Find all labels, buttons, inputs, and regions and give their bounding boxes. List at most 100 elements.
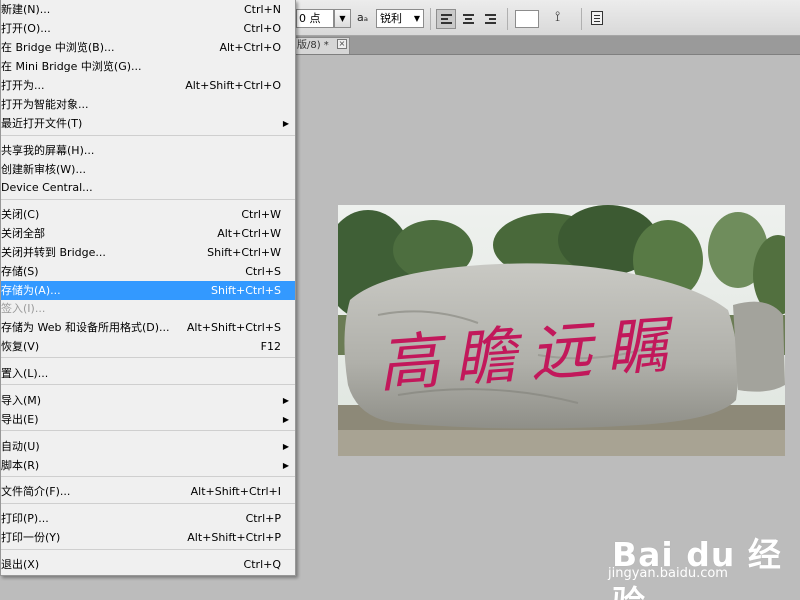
menu-item-label: 自动(U)	[1, 440, 40, 453]
menu-item[interactable]: 创建新审核(W)...	[1, 160, 295, 179]
menu-item-label: 关闭并转到 Bridge...	[1, 246, 106, 259]
menu-item[interactable]: 打印一份(Y) Alt+Shift+Ctrl+P	[1, 528, 295, 547]
chevron-down-icon: ▼	[413, 14, 420, 23]
menu-item-label: 脚本(R)	[1, 459, 40, 472]
menu-item[interactable]: 恢复(V) F12	[1, 337, 295, 356]
canvas-photo: 高瞻远瞩	[338, 205, 785, 456]
menu-item[interactable]: 打开为... Alt+Shift+Ctrl+O	[1, 76, 295, 95]
menu-item[interactable]: 打印(P)... Ctrl+P	[1, 509, 295, 528]
menu-item-label: 签入(I)...	[1, 302, 46, 315]
menu-item-label: 在 Mini Bridge 中浏览(G)...	[1, 60, 142, 73]
menu-item-shortcut: Alt+Shift+Ctrl+O	[185, 79, 281, 92]
menu-item-label: 打开为智能对象...	[1, 98, 89, 111]
menu-item[interactable]: 关闭(C) Ctrl+W	[1, 205, 295, 224]
menu-item-shortcut: Ctrl+P	[245, 512, 281, 525]
menu-item-shortcut: Alt+Shift+Ctrl+I	[190, 485, 281, 498]
menu-item[interactable]: 最近打开文件(T) ▶	[1, 114, 295, 133]
menu-separator	[1, 503, 295, 504]
menu-item-shortcut: Ctrl+Q	[243, 558, 281, 571]
menu-item[interactable]: 退出(X) Ctrl+Q	[1, 555, 295, 574]
menu-item[interactable]: 文件简介(F)... Alt+Shift+Ctrl+I	[1, 482, 295, 501]
menu-separator	[1, 384, 295, 385]
separator	[430, 8, 431, 30]
align-left-button[interactable]	[436, 9, 456, 29]
menu-item-shortcut: Alt+Shift+Ctrl+P	[187, 531, 281, 544]
file-menu: 新建(N)... Ctrl+N 打开(O)... Ctrl+O 在 Bridge 中浏览…	[0, 0, 296, 576]
menu-item-label: 关闭全部	[1, 227, 45, 240]
menu-item[interactable]: 存储为(A)... Shift+Ctrl+S	[1, 281, 295, 300]
menu-separator	[1, 199, 295, 200]
separator	[581, 8, 582, 30]
menu-item-shortcut: Alt+Ctrl+O	[219, 41, 281, 54]
menu-item-label: 存储为 Web 和设备所用格式(D)...	[1, 321, 170, 334]
submenu-arrow-icon: ▶	[282, 461, 289, 470]
menu-item-shortcut: Ctrl+S	[245, 265, 281, 278]
menu-item[interactable]: 关闭并转到 Bridge... Shift+Ctrl+W	[1, 243, 295, 262]
menu-item[interactable]: 存储为 Web 和设备所用格式(D)... Alt+Shift+Ctrl+S	[1, 318, 295, 337]
menu-separator	[1, 430, 295, 431]
antialias-select[interactable]: 锐利 ▼	[376, 9, 424, 28]
antialias-value: 锐利	[380, 12, 402, 25]
menu-item[interactable]: 自动(U) ▶	[1, 437, 295, 456]
menu-item[interactable]: Device Central...	[1, 178, 295, 197]
menu-item[interactable]: 打开为智能对象...	[1, 95, 295, 114]
font-size-field[interactable]: 0 点	[296, 9, 334, 28]
menu-item-shortcut: Ctrl+N	[243, 3, 281, 16]
menu-item-label: 存储为(A)...	[1, 284, 61, 297]
menu-item[interactable]: 打开(O)... Ctrl+O	[1, 19, 295, 38]
menu-item-label: 打开(O)...	[1, 22, 51, 35]
menu-item-label: Device Central...	[1, 181, 93, 194]
menu-separator	[1, 476, 295, 477]
menu-item-label: 最近打开文件(T)	[1, 117, 83, 130]
menu-item-label: 共享我的屏幕(H)...	[1, 144, 95, 157]
menu-item-label: 创建新审核(W)...	[1, 163, 86, 176]
menu-item-label: 打印(P)...	[1, 512, 49, 525]
separator	[507, 8, 508, 30]
menu-item[interactable]: 脚本(R) ▶	[1, 456, 295, 475]
menu-item[interactable]: 在 Mini Bridge 中浏览(G)...	[1, 57, 295, 76]
menu-item-label: 打开为...	[1, 79, 45, 92]
menu-item[interactable]: 共享我的屏幕(H)...	[1, 141, 295, 160]
menu-item[interactable]: 关闭全部 Alt+Ctrl+W	[1, 224, 295, 243]
align-right-button[interactable]	[480, 9, 500, 29]
menu-item[interactable]: 存储(S) Ctrl+S	[1, 262, 295, 281]
baidu-watermark: Bai du 经验	[612, 535, 782, 600]
menu-item[interactable]: 在 Bridge 中浏览(B)... Alt+Ctrl+O	[1, 38, 295, 57]
menu-item-label: 在 Bridge 中浏览(B)...	[1, 41, 115, 54]
menu-item[interactable]: 新建(N)... Ctrl+N	[1, 0, 295, 19]
stone-photo-illustration: 高瞻远瞩	[338, 205, 785, 456]
menu-item-label: 退出(X)	[1, 558, 40, 571]
menu-item-shortcut: Ctrl+W	[241, 208, 281, 221]
menu-item-shortcut: F12	[260, 340, 281, 353]
menu-item-label: 新建(N)...	[1, 3, 51, 16]
menu-separator	[1, 135, 295, 136]
font-size-dropdown[interactable]: ▼	[334, 9, 351, 28]
submenu-arrow-icon: ▶	[282, 442, 289, 451]
submenu-arrow-icon: ▶	[282, 119, 289, 128]
menu-item-label: 文件简介(F)...	[1, 485, 71, 498]
submenu-arrow-icon: ▶	[282, 415, 289, 424]
character-panel-icon[interactable]	[591, 11, 603, 25]
menu-item-label: 打印一份(Y)	[1, 531, 61, 544]
menu-item-label: 关闭(C)	[1, 208, 40, 221]
menu-item-label: 导入(M)	[1, 394, 42, 407]
menu-item-label: 导出(E)	[1, 413, 39, 426]
menu-item-label: 恢复(V)	[1, 340, 40, 353]
menu-item[interactable]: 导入(M) ▶	[1, 391, 295, 410]
menu-item-shortcut: Alt+Shift+Ctrl+S	[186, 321, 281, 334]
menu-separator	[1, 549, 295, 550]
submenu-arrow-icon: ▶	[282, 396, 289, 405]
menu-item-label: 置入(L)...	[1, 367, 49, 380]
text-color-swatch[interactable]	[515, 10, 539, 28]
warp-text-icon[interactable]: ⟟	[555, 9, 560, 25]
align-center-button[interactable]	[458, 9, 478, 29]
close-icon[interactable]: ×	[337, 39, 347, 49]
menu-item[interactable]: 置入(L)...	[1, 364, 295, 383]
menu-separator	[1, 357, 295, 358]
menu-item-shortcut: Ctrl+O	[243, 22, 281, 35]
menu-item-shortcut: Shift+Ctrl+S	[211, 284, 281, 297]
watermark-url: jingyan.baidu.com	[608, 566, 728, 581]
menu-item-label: 存储(S)	[1, 265, 39, 278]
menu-item[interactable]: 导出(E) ▶	[1, 410, 295, 429]
menu-item[interactable]: 签入(I)...	[1, 299, 295, 318]
